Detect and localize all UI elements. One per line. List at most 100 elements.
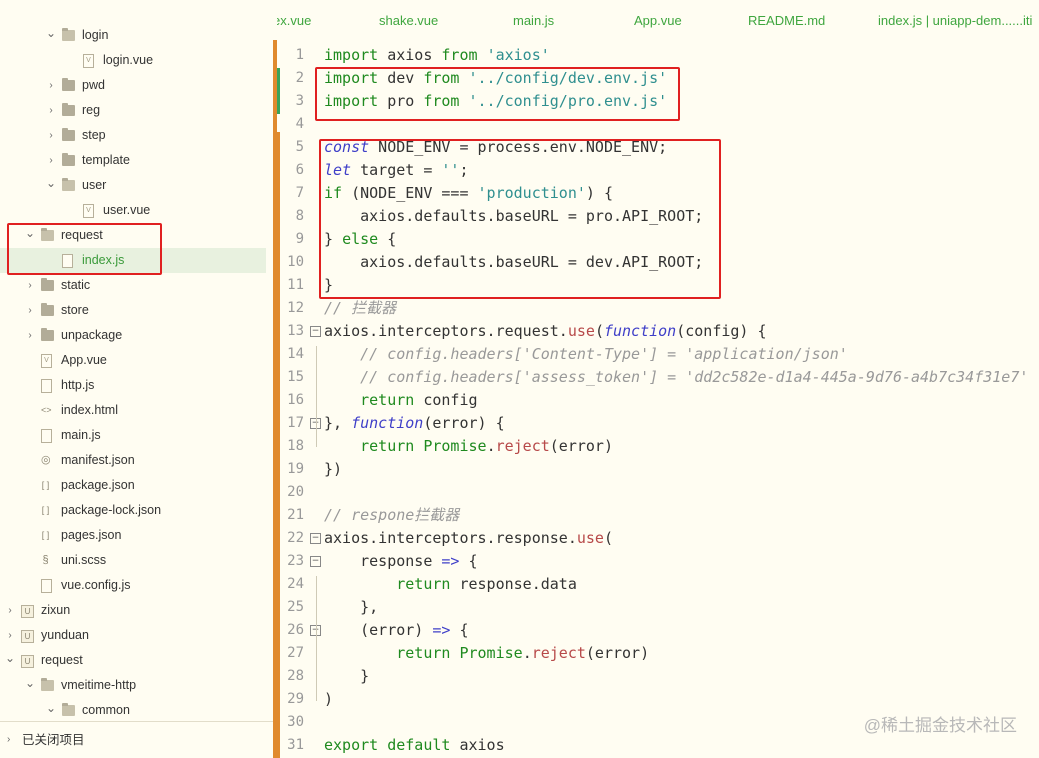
code-text: return Promise.reject(error) [360,437,613,455]
tab-ex-vue[interactable]: ex.vue [277,13,311,28]
folder-open-icon [62,178,75,191]
tree-item[interactable]: § uni.scss [0,548,274,573]
code-line[interactable]: 28 } [277,665,1039,688]
chevron-down-icon[interactable]: ⌄ [46,173,56,198]
fold-toggle-icon[interactable]: − [310,533,321,544]
code-line[interactable]: 11} [277,274,1039,297]
chevron-right-icon[interactable]: › [46,98,56,123]
code-line[interactable]: 6 let target = ''; [277,159,1039,182]
code-line[interactable]: 13− axios.interceptors.request.use(functi… [277,320,1039,343]
chevron-down-icon[interactable]: ⌄ [25,223,35,248]
code-line[interactable]: 22− axios.interceptors.response.use( [277,527,1039,550]
chevron-down-icon[interactable]: ⌄ [46,698,56,723]
code-editor[interactable]: 1 import axios from 'axios' 2 import dev fr… [277,40,1039,758]
code-line[interactable]: 21 // respone拦截器 [277,504,1039,527]
code-line[interactable]: 18 return Promise.reject(error) [277,435,1039,458]
code-text: axios.defaults.baseURL = dev.API_ROOT; [324,253,704,271]
line-number: 11 [287,277,304,293]
tree-item[interactable]: [ ] package.json [0,473,274,498]
tree-item[interactable]: › step [0,123,274,148]
tree-item[interactable]: ⌄ user [0,173,274,198]
tree-item[interactable]: › Uyunduan [0,623,274,648]
tree-item[interactable]: › pwd [0,73,274,98]
tree-item[interactable]: ⌄ login [0,23,274,48]
chevron-down-icon[interactable]: ⌄ [5,648,15,673]
closed-projects-row[interactable]: › 已关闭项目 [0,721,274,758]
tree-item[interactable]: › unpackage [0,323,274,348]
tab-app-vue[interactable]: App.vue [634,13,682,28]
fold-toggle-icon[interactable]: − [310,556,321,567]
code-line[interactable]: 1 import axios from 'axios' [277,44,1039,67]
project-explorer: ⌄ login Vlogin.vue › pwd › reg › step › template ⌄ u… [0,0,274,758]
chevron-down-icon[interactable]: ⌄ [25,673,35,698]
chevron-right-icon[interactable]: › [46,73,56,98]
tree-item[interactable]: index.js [0,248,266,273]
tree-item[interactable]: › reg [0,98,274,123]
tree-item[interactable]: › template [0,148,274,173]
code-line[interactable]: 2 import dev from '../config/dev.env.js' [277,67,1039,90]
fold-toggle-icon[interactable]: − [310,326,321,337]
code-line[interactable]: 10 axios.defaults.baseURL = dev.API_ROOT… [277,251,1039,274]
code-line[interactable]: 25 }, [277,596,1039,619]
code-line[interactable]: 9} else { [277,228,1039,251]
tree-item[interactable]: ◎ manifest.json [0,448,274,473]
line-number: 6 [295,162,304,178]
tree-item[interactable]: ⌄ Urequest [0,648,274,673]
chevron-right-icon[interactable]: › [46,148,56,173]
code-line[interactable]: 19}) [277,458,1039,481]
code-text: if (NODE_ENV === 'production') { [324,184,613,202]
code-text: return response.data [396,575,577,593]
code-line[interactable]: 4 [277,113,1039,136]
chevron-right-icon[interactable]: › [5,623,15,648]
tree-item[interactable]: vue.config.js [0,573,274,598]
tree-item[interactable]: [ ] package-lock.json [0,498,274,523]
code-line[interactable]: 31 export default axios [277,734,1039,757]
tree-item[interactable]: › store [0,298,274,323]
tree-item[interactable]: http.js [0,373,274,398]
code-line[interactable]: 8 axios.defaults.baseURL = pro.API_ROOT; [277,205,1039,228]
tree-item[interactable]: › static [0,273,274,298]
code-line[interactable]: 20 [277,481,1039,504]
code-line[interactable]: 27 return Promise.reject(error) [277,642,1039,665]
tree-item[interactable]: ⌄ common [0,698,274,723]
tree-item[interactable]: › Uzixun [0,598,274,623]
code-text: // 拦截器 [324,299,397,317]
tab-shake-vue[interactable]: shake.vue [379,13,438,28]
tab-main-js[interactable]: main.js [513,13,554,28]
tree-item[interactable]: Vlogin.vue [0,48,274,73]
code-line[interactable]: 3 import pro from '../config/pro.env.js' [277,90,1039,113]
code-line[interactable]: 24 return response.data [277,573,1039,596]
line-number: 31 [287,737,304,753]
chevron-right-icon[interactable]: › [25,298,35,323]
tree-item[interactable]: Vuser.vue [0,198,274,223]
tree-item[interactable]: ⌄ vmeitime-http [0,673,274,698]
code-line[interactable]: 7 if (NODE_ENV === 'production') { [277,182,1039,205]
code-line[interactable]: 12 // 拦截器 [277,297,1039,320]
code-line[interactable]: 26− (error) => { [277,619,1039,642]
chevron-right-icon[interactable]: › [25,323,35,348]
tree-item[interactable]: <> index.html [0,398,274,423]
tree-item[interactable]: ⌄ request [0,223,274,248]
code-line[interactable]: 17−}, function(error) { [277,412,1039,435]
code-line[interactable]: 14 // config.headers['Content-Type'] = '… [277,343,1039,366]
folder-icon [62,153,75,166]
code-text: let target = ''; [324,161,469,179]
code-line[interactable]: 16 return config [277,389,1039,412]
chevron-right-icon[interactable]: › [25,273,35,298]
tree-item-label: zixun [41,603,71,617]
code-text: }, function(error) { [324,414,505,432]
chevron-right-icon[interactable]: › [46,123,56,148]
chevron-down-icon[interactable]: ⌄ [46,23,56,48]
code-line[interactable]: 23− response => { [277,550,1039,573]
line-number: 1 [295,47,304,63]
line-number: 24 [287,576,304,592]
tree-item[interactable]: [ ] pages.json [0,523,274,548]
tree-item[interactable]: V App.vue [0,348,274,373]
tab-index-js[interactable]: index.js | uniapp-dem......iti [878,13,1032,28]
code-line[interactable]: 15 // config.headers['assess_token'] = '… [277,366,1039,389]
code-line[interactable]: 29) [277,688,1039,711]
code-line[interactable]: 5 const NODE_ENV = process.env.NODE_ENV; [277,136,1039,159]
tree-item[interactable]: main.js [0,423,274,448]
chevron-right-icon[interactable]: › [5,598,15,623]
tab-readme-md[interactable]: README.md [748,13,825,28]
